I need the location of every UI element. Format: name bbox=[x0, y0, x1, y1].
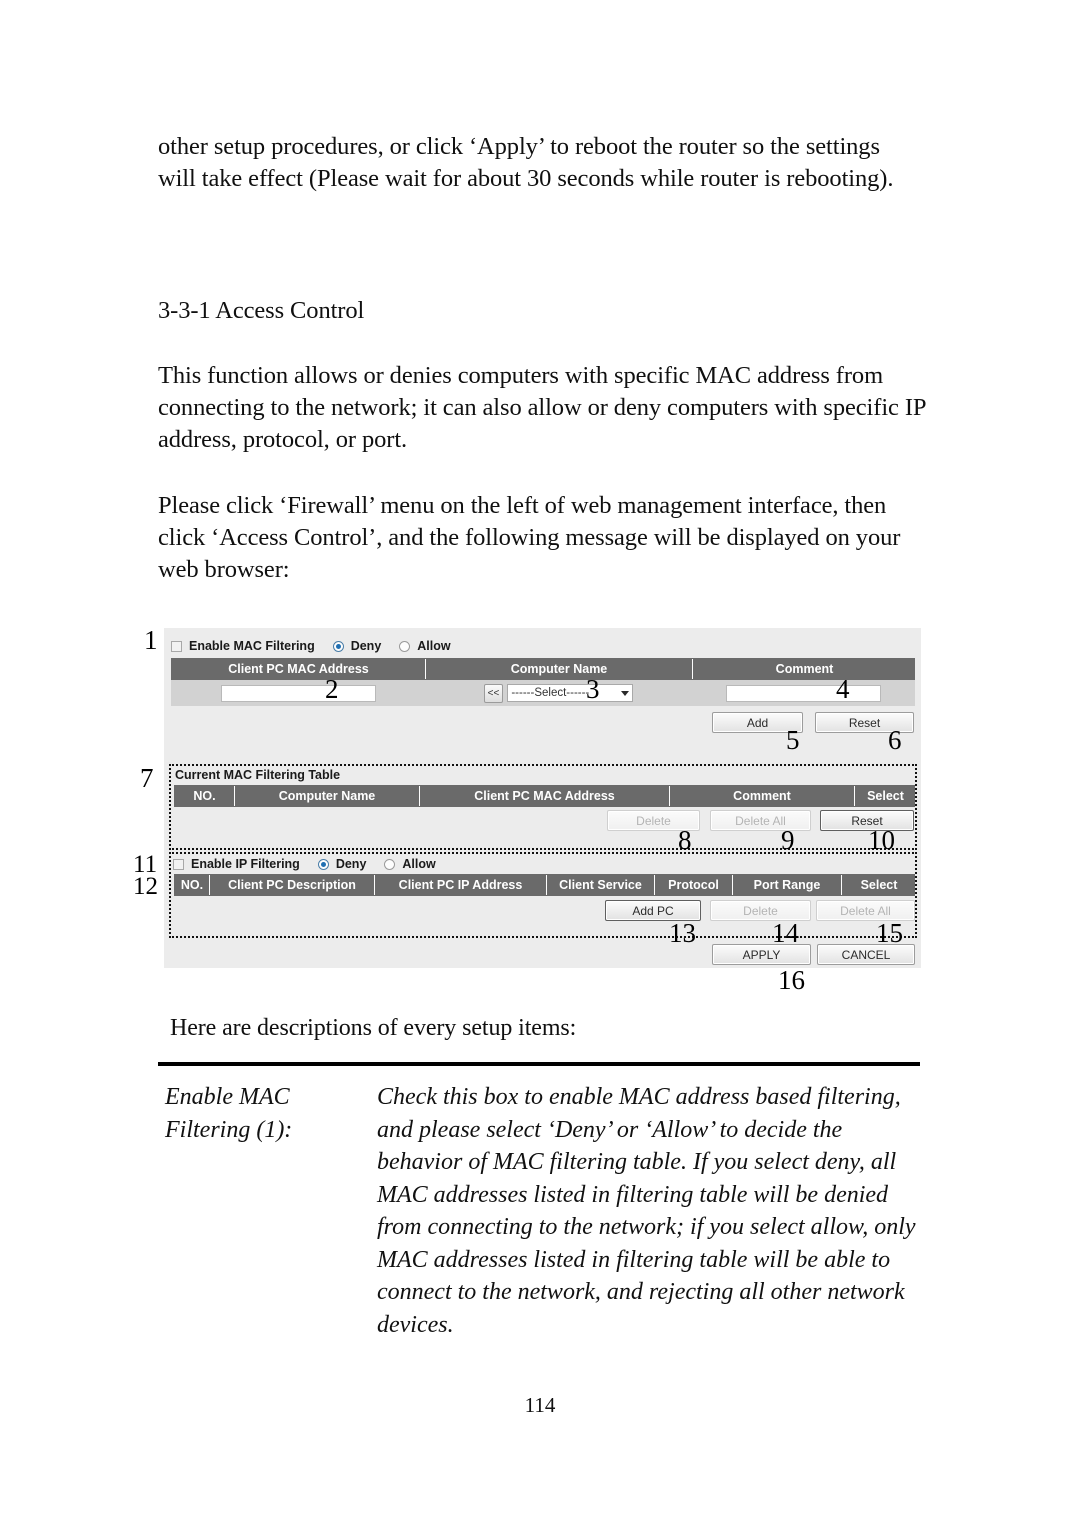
header-client-pc-mac-address: Client PC MAC Address bbox=[172, 659, 426, 679]
annotation-4: 4 bbox=[836, 674, 850, 704]
header-client-pc-description: Client PC Description bbox=[210, 875, 375, 895]
mac-table-title: Current MAC Filtering Table bbox=[175, 768, 341, 782]
intro-paragraph: other setup procedures, or click ‘Apply’… bbox=[158, 131, 923, 195]
intro-paragraph-text: other setup procedures, or click ‘Apply’… bbox=[158, 133, 894, 192]
mac-entry-input-row: << ------Select------ bbox=[171, 680, 915, 706]
annotation-5: 5 bbox=[786, 725, 800, 755]
annotation-6: 6 bbox=[888, 725, 902, 755]
header-protocol: Protocol bbox=[655, 875, 733, 895]
annotation-14: 14 bbox=[772, 918, 799, 948]
ip-allow-label: Allow bbox=[402, 857, 436, 871]
annotation-1: 1 bbox=[144, 625, 158, 655]
mac-table-header-row: NO. Computer Name Client PC MAC Address … bbox=[174, 785, 915, 807]
enable-ip-filtering-label: Enable IP Filtering bbox=[191, 857, 300, 871]
description-term: Enable MAC Filtering (1): bbox=[165, 1084, 293, 1143]
header-computer-name: Computer Name bbox=[426, 659, 693, 679]
annotation-10: 10 bbox=[868, 825, 895, 855]
mac-deny-radio[interactable] bbox=[332, 640, 344, 652]
enable-ip-filtering-checkbox[interactable] bbox=[173, 858, 184, 870]
header-client-pc-ip-address: Client PC IP Address bbox=[375, 875, 547, 895]
header-comment: Comment bbox=[670, 786, 855, 806]
descriptions-lead: Here are descriptions of every setup ite… bbox=[170, 1012, 870, 1044]
ip-deny-radio[interactable] bbox=[317, 858, 329, 870]
descriptions-lead-text: Here are descriptions of every setup ite… bbox=[170, 1015, 577, 1041]
mac-table-reset-button[interactable]: Reset bbox=[820, 810, 914, 831]
ip-allow-radio[interactable] bbox=[384, 858, 396, 870]
shift-left-button[interactable]: << bbox=[483, 683, 504, 703]
section-heading: 3-3-1 Access Control bbox=[158, 295, 758, 327]
header-port-range: Port Range bbox=[733, 875, 842, 895]
function-paragraph-text: This function allows or denies computers… bbox=[158, 362, 926, 453]
annotation-2: 2 bbox=[325, 674, 339, 704]
header-no: NO. bbox=[175, 786, 235, 806]
ip-table-header-row: NO. Client PC Description Client PC IP A… bbox=[174, 874, 915, 896]
annotation-15: 15 bbox=[876, 918, 903, 948]
instruction-paragraph: Please click ‘Firewall’ menu on the left… bbox=[158, 490, 928, 586]
header-client-service: Client Service bbox=[547, 875, 655, 895]
description-body: Check this box to enable MAC address bas… bbox=[377, 1084, 916, 1338]
section-heading-text: 3-3-1 Access Control bbox=[158, 297, 365, 324]
mac-address-cell bbox=[171, 680, 425, 706]
horizontal-rule bbox=[158, 1062, 920, 1066]
comment-cell bbox=[692, 680, 915, 706]
mac-allow-radio[interactable] bbox=[399, 640, 411, 652]
computer-name-select-group: << ------Select------ bbox=[483, 683, 634, 703]
annotation-8: 8 bbox=[678, 825, 692, 855]
computer-name-select-value: ------Select------ bbox=[511, 687, 590, 699]
annotation-16: 16 bbox=[778, 965, 805, 995]
instruction-paragraph-text: Please click ‘Firewall’ menu on the left… bbox=[158, 492, 901, 583]
page-number: 114 bbox=[524, 1393, 556, 1417]
router-ui-screenshot: Enable MAC Filtering Deny Allow Client P… bbox=[164, 628, 921, 968]
mac-entry-header-row: Client PC MAC Address Computer Name Comm… bbox=[171, 658, 915, 680]
enable-mac-filtering-bar: Enable MAC Filtering Deny Allow bbox=[171, 636, 915, 656]
chevron-down-icon bbox=[621, 690, 630, 696]
annotation-7: 7 bbox=[140, 763, 154, 793]
header-comment: Comment bbox=[775, 662, 834, 676]
header-client-pc-mac-address: Client PC MAC Address bbox=[420, 786, 670, 806]
mac-address-input[interactable] bbox=[220, 684, 376, 702]
mac-deny-label: Deny bbox=[350, 639, 382, 653]
computer-name-cell: << ------Select------ bbox=[425, 680, 692, 706]
annotation-12: 12 bbox=[133, 873, 158, 900]
function-paragraph: This function allows or denies computers… bbox=[158, 360, 928, 456]
comment-input[interactable] bbox=[726, 684, 881, 702]
enable-ip-filtering-bar: Enable IP Filtering Deny Allow bbox=[173, 854, 913, 874]
enable-mac-filtering-label: Enable MAC Filtering bbox=[189, 639, 315, 653]
computer-name-select[interactable]: ------Select------ bbox=[507, 684, 634, 702]
document-page: other setup procedures, or click ‘Apply’… bbox=[0, 0, 1080, 1527]
header-computer-name: Computer Name bbox=[235, 786, 420, 806]
ip-deny-label: Deny bbox=[335, 857, 367, 871]
mac-allow-label: Allow bbox=[417, 639, 451, 653]
header-no: NO. bbox=[175, 875, 210, 895]
annotation-13: 13 bbox=[669, 918, 696, 948]
header-select: Select bbox=[867, 789, 904, 803]
header-select: Select bbox=[860, 878, 898, 892]
mac-delete-all-button[interactable]: Delete All bbox=[710, 810, 811, 831]
annotation-9: 9 bbox=[781, 825, 795, 855]
enable-mac-filtering-checkbox[interactable] bbox=[171, 640, 182, 652]
annotation-3: 3 bbox=[586, 674, 600, 704]
